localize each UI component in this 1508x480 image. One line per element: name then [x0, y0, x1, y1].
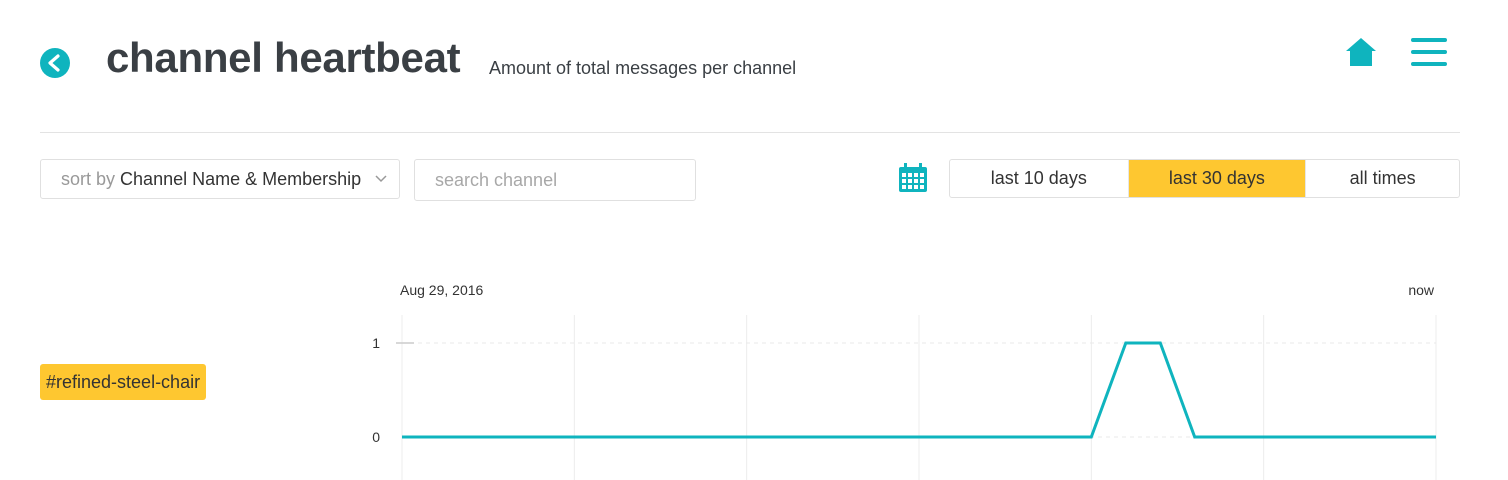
heartbeat-chart: Aug 29, 2016 now 0 1: [372, 282, 1437, 480]
x-end-label: now: [1408, 282, 1435, 298]
y-tick-label: 0: [372, 429, 380, 445]
x-start-label: Aug 29, 2016: [400, 282, 484, 298]
chart-grid: [401, 315, 1437, 480]
y-tick-label: 1: [372, 335, 380, 351]
